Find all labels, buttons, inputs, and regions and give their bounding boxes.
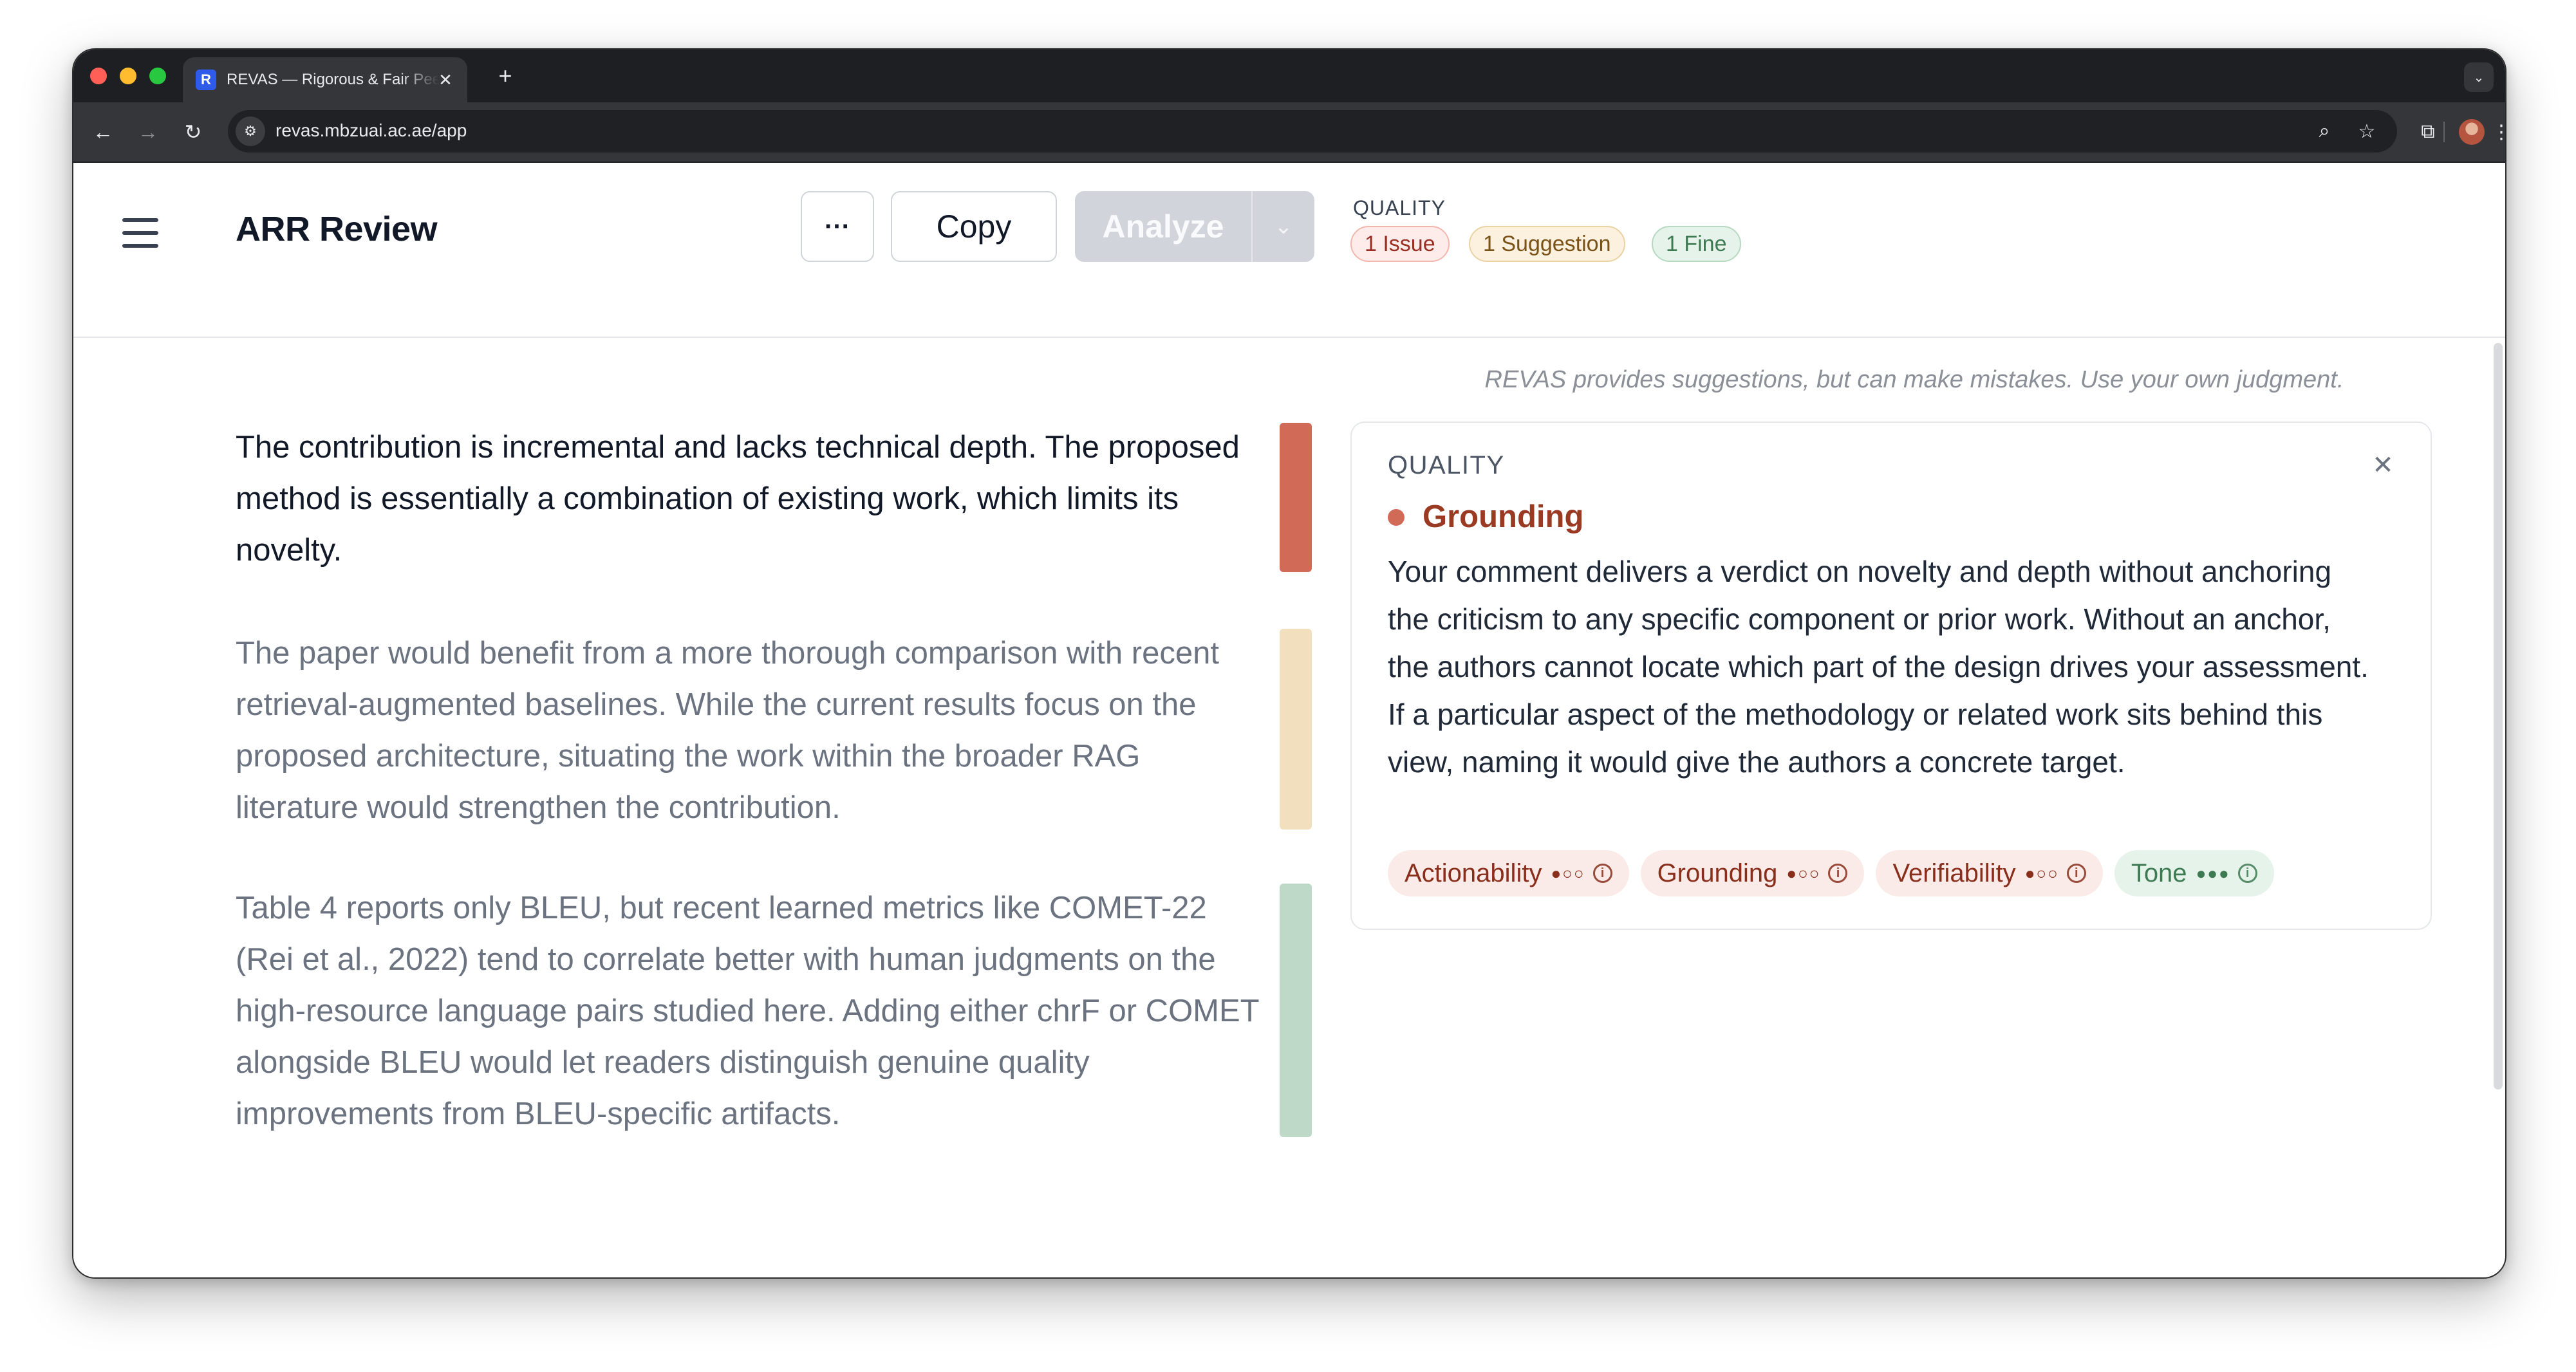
card-category-label: QUALITY <box>1388 451 1505 479</box>
app-header: ARR Review ··· Copy Analyze ⌄ QUALITY 1 … <box>73 163 2505 338</box>
address-bar[interactable]: ⚙ revas.mbzuai.ac.ae/app ⌕ ☆ <box>228 110 2397 153</box>
forward-arrow-icon[interactable]: → <box>133 116 163 147</box>
fine-count-badge[interactable]: 1 Fine <box>1652 226 1741 262</box>
chip-label: Verifiability <box>1892 858 2016 887</box>
info-icon[interactable]: i <box>1828 864 1848 883</box>
hamburger-menu-icon[interactable] <box>122 218 158 248</box>
new-tab-button[interactable]: + <box>492 62 519 89</box>
verifiability-chip[interactable]: Verifiability ●○○ i <box>1876 850 2103 896</box>
issue-marker[interactable] <box>1280 423 1312 572</box>
rating-dots: ●○○ <box>2024 863 2059 883</box>
disclaimer-text: REVAS provides suggestions, but can make… <box>1484 366 2344 393</box>
review-paragraph[interactable]: Table 4 reports only BLEU, but recent le… <box>236 882 1259 1140</box>
reload-icon[interactable]: ↻ <box>178 116 209 147</box>
back-arrow-icon[interactable]: ← <box>88 116 118 147</box>
copy-button[interactable]: Copy <box>891 191 1057 262</box>
toolbar-divider <box>2443 122 2445 142</box>
review-workspace: The contribution is incremental and lack… <box>73 338 2505 1277</box>
suggestion-marker[interactable] <box>1280 629 1312 830</box>
browser-window: R REVAS — Rigorous & Fair Peer Review ✕ … <box>72 48 2506 1279</box>
rating-dots: ●○○ <box>1551 863 1585 883</box>
info-icon[interactable]: i <box>1592 864 1612 883</box>
analyze-button[interactable]: Analyze <box>1075 191 1251 262</box>
browser-tab-active[interactable]: R REVAS — Rigorous & Fair Peer Review ✕ <box>183 57 467 102</box>
review-paragraph[interactable]: The paper would benefit from a more thor… <box>236 627 1259 833</box>
close-icon[interactable]: ✕ <box>2369 451 2397 479</box>
bookmark-star-icon[interactable]: ☆ <box>2353 118 2380 145</box>
issue-count-badge[interactable]: 1 Issue <box>1350 226 1450 262</box>
chevron-down-icon[interactable]: ⌄ <box>1253 191 1314 262</box>
rating-dots: ●●● <box>2196 863 2230 883</box>
close-window-button[interactable] <box>90 68 107 84</box>
card-explanation: Your comment delivers a verdict on novel… <box>1388 555 2369 779</box>
card-heading: Grounding <box>1423 499 1584 534</box>
quality-summary-label: QUALITY <box>1353 196 1446 219</box>
rating-dots: ●○○ <box>1786 863 1821 883</box>
browser-tab-bar: R REVAS — Rigorous & Fair Peer Review ✕ … <box>73 50 2505 102</box>
extensions-icon[interactable]: ⧉ <box>2413 116 2443 147</box>
minimize-window-button[interactable] <box>120 68 136 84</box>
tone-chip[interactable]: Tone ●●● i <box>2114 850 2274 896</box>
profile-avatar[interactable] <box>2459 119 2485 145</box>
site-info-icon[interactable]: ⚙ <box>236 116 265 146</box>
severity-dot <box>1388 509 1405 526</box>
zoom-icon[interactable]: ⌕ <box>2311 118 2338 145</box>
browser-menu-icon[interactable]: ⋮ <box>2486 116 2505 147</box>
page-title: ARR Review <box>236 210 438 248</box>
more-options-button[interactable]: ··· <box>801 191 874 262</box>
chip-label: Actionability <box>1405 858 1542 887</box>
dimension-chips: Actionability ●○○ i Grounding ●○○ i Veri… <box>1388 850 2274 896</box>
scrollbar[interactable] <box>2494 343 2503 1089</box>
suggestion-count-badge[interactable]: 1 Suggestion <box>1469 226 1625 262</box>
chip-label: Tone <box>2131 858 2187 887</box>
grounding-chip[interactable]: Grounding ●○○ i <box>1640 850 1865 896</box>
tab-search-icon[interactable]: ⌄ <box>2464 62 2494 92</box>
feedback-card: QUALITY ✕ Grounding Your comment deliver… <box>1350 422 2432 930</box>
fine-marker[interactable] <box>1280 884 1312 1137</box>
revas-favicon-icon: R <box>196 70 216 90</box>
review-paragraph[interactable]: The contribution is incremental and lack… <box>236 422 1259 576</box>
analyze-split-button: Analyze ⌄ <box>1075 191 1314 262</box>
maximize-window-button[interactable] <box>149 68 166 84</box>
chip-label: Grounding <box>1657 858 1778 887</box>
screen: R REVAS — Rigorous & Fair Peer Review ✕ … <box>0 0 2576 1372</box>
info-icon[interactable]: i <box>2237 864 2257 883</box>
browser-toolbar: ← → ↻ ⚙ revas.mbzuai.ac.ae/app ⌕ ☆ ⧉ ⋮ <box>73 102 2505 163</box>
actionability-chip[interactable]: Actionability ●○○ i <box>1388 850 1629 896</box>
info-icon[interactable]: i <box>2066 864 2086 883</box>
url-text[interactable]: revas.mbzuai.ac.ae/app <box>275 120 467 141</box>
tab-close-icon[interactable]: ✕ <box>434 68 457 91</box>
tab-title: REVAS — Rigorous & Fair Peer Review <box>227 71 439 88</box>
